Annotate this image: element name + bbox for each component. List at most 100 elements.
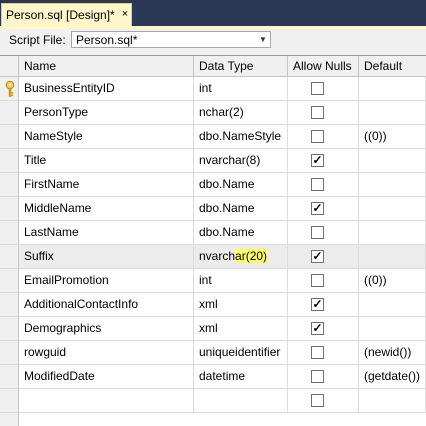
column-name-text: MiddleName xyxy=(24,201,92,215)
row-selector[interactable] xyxy=(0,269,19,293)
column-header-default[interactable]: Default xyxy=(359,56,426,77)
default-value-cell[interactable] xyxy=(359,245,426,269)
table-row[interactable]: ModifiedDate datetime (getdate()) xyxy=(0,365,426,389)
data-type-cell[interactable]: dbo.Name xyxy=(194,197,288,221)
allow-nulls-cell xyxy=(288,173,359,197)
data-type-cell[interactable]: datetime xyxy=(194,365,288,389)
allow-nulls-checkbox[interactable] xyxy=(311,274,324,287)
data-type-cell[interactable] xyxy=(194,389,288,413)
default-value-cell[interactable]: ((0)) xyxy=(359,125,426,149)
data-type-cell[interactable]: xml xyxy=(194,317,288,341)
tab-person-sql-design[interactable]: Person.sql [Design]* × xyxy=(1,3,132,26)
column-name-cell[interactable]: rowguid xyxy=(19,341,194,365)
allow-nulls-checkbox[interactable]: ✓ xyxy=(311,202,324,215)
close-icon[interactable]: × xyxy=(119,7,131,21)
row-selector[interactable] xyxy=(0,389,19,413)
column-name-cell[interactable]: EmailPromotion xyxy=(19,269,194,293)
table-row[interactable]: Title nvarchar(8) ✓ xyxy=(0,149,426,173)
chevron-down-icon[interactable]: ▼ xyxy=(256,32,270,47)
allow-nulls-checkbox[interactable] xyxy=(311,346,324,359)
data-type-cell[interactable]: uniqueidentifier xyxy=(194,341,288,365)
column-name-cell[interactable]: Suffix xyxy=(19,245,194,269)
row-selector[interactable] xyxy=(0,101,19,125)
column-name-cell[interactable]: PersonType xyxy=(19,101,194,125)
row-selector[interactable] xyxy=(0,293,19,317)
data-type-cell[interactable]: nvarchar(8) xyxy=(194,149,288,173)
allow-nulls-checkbox[interactable] xyxy=(311,106,324,119)
column-name-cell[interactable]: Demographics xyxy=(19,317,194,341)
allow-nulls-checkbox[interactable] xyxy=(311,178,324,191)
table-row[interactable] xyxy=(0,389,426,413)
data-type-cell[interactable]: dbo.Name xyxy=(194,221,288,245)
script-file-value: Person.sql* xyxy=(76,33,138,47)
column-name-cell[interactable]: MiddleName xyxy=(19,197,194,221)
column-header-data-type[interactable]: Data Type xyxy=(194,56,288,77)
row-selector[interactable] xyxy=(0,317,19,341)
column-name-cell[interactable]: FirstName xyxy=(19,173,194,197)
column-name-cell[interactable]: Title xyxy=(19,149,194,173)
column-name-cell[interactable]: NameStyle xyxy=(19,125,194,149)
allow-nulls-checkbox[interactable] xyxy=(311,370,324,383)
allow-nulls-checkbox[interactable]: ✓ xyxy=(311,154,324,167)
row-selector[interactable] xyxy=(0,341,19,365)
table-row[interactable]: LastName dbo.Name xyxy=(0,221,426,245)
row-selector[interactable] xyxy=(0,365,19,389)
allow-nulls-checkbox[interactable]: ✓ xyxy=(311,298,324,311)
data-type-cell[interactable]: nvarchar(20) xyxy=(194,245,288,269)
default-value-cell[interactable]: (getdate()) xyxy=(359,365,426,389)
table-row[interactable]: Suffix nvarchar(20) ✓ xyxy=(0,245,426,269)
allow-nulls-checkbox[interactable] xyxy=(311,394,324,407)
default-value-cell[interactable] xyxy=(359,149,426,173)
column-name-cell[interactable] xyxy=(19,389,194,413)
table-row[interactable]: Demographics xml ✓ xyxy=(0,317,426,341)
table-row[interactable]: PersonType nchar(2) xyxy=(0,101,426,125)
default-value-cell[interactable] xyxy=(359,77,426,101)
allow-nulls-checkbox[interactable] xyxy=(311,226,324,239)
row-selector[interactable] xyxy=(0,221,19,245)
script-file-bar: Script File: Person.sql* ▼ xyxy=(0,29,426,51)
allow-nulls-checkbox[interactable] xyxy=(311,130,324,143)
data-type-text: uniqueidentifier xyxy=(199,345,281,359)
column-header-name[interactable]: Name xyxy=(19,56,194,77)
row-selector[interactable] xyxy=(0,245,19,269)
table-row[interactable]: BusinessEntityID int xyxy=(0,77,426,101)
column-name-cell[interactable]: AdditionalContactInfo xyxy=(19,293,194,317)
default-value-cell[interactable] xyxy=(359,317,426,341)
row-selector[interactable] xyxy=(0,197,19,221)
data-type-cell[interactable]: dbo.NameStyle xyxy=(194,125,288,149)
allow-nulls-checkbox[interactable]: ✓ xyxy=(311,250,324,263)
row-selector[interactable] xyxy=(0,125,19,149)
default-value-cell[interactable] xyxy=(359,173,426,197)
table-row[interactable]: FirstName dbo.Name xyxy=(0,173,426,197)
data-type-cell[interactable]: dbo.Name xyxy=(194,173,288,197)
data-type-cell[interactable]: int xyxy=(194,77,288,101)
column-header-allow-nulls[interactable]: Allow Nulls xyxy=(288,56,359,77)
default-value-cell[interactable] xyxy=(359,197,426,221)
table-row[interactable]: EmailPromotion int ((0)) xyxy=(0,269,426,293)
column-name-cell[interactable]: BusinessEntityID xyxy=(19,77,194,101)
table-row[interactable]: AdditionalContactInfo xml ✓ xyxy=(0,293,426,317)
default-value-cell[interactable] xyxy=(359,221,426,245)
default-value-cell[interactable] xyxy=(359,389,426,413)
data-type-cell[interactable]: int xyxy=(194,269,288,293)
column-name-cell[interactable]: LastName xyxy=(19,221,194,245)
data-type-cell[interactable]: xml xyxy=(194,293,288,317)
column-name-text: rowguid xyxy=(24,345,67,359)
script-file-select[interactable]: Person.sql* ▼ xyxy=(71,31,271,48)
row-selector-header xyxy=(0,56,19,77)
data-type-cell[interactable]: nchar(2) xyxy=(194,101,288,125)
allow-nulls-cell xyxy=(288,221,359,245)
allow-nulls-checkbox[interactable]: ✓ xyxy=(311,322,324,335)
default-value-cell[interactable] xyxy=(359,101,426,125)
default-value-cell[interactable]: ((0)) xyxy=(359,269,426,293)
table-row[interactable]: rowguid uniqueidentifier (newid()) xyxy=(0,341,426,365)
row-selector[interactable] xyxy=(0,173,19,197)
row-selector[interactable] xyxy=(0,77,19,101)
table-row[interactable]: NameStyle dbo.NameStyle ((0)) xyxy=(0,125,426,149)
column-name-cell[interactable]: ModifiedDate xyxy=(19,365,194,389)
default-value-cell[interactable] xyxy=(359,293,426,317)
row-selector[interactable] xyxy=(0,149,19,173)
default-value-cell[interactable]: (newid()) xyxy=(359,341,426,365)
allow-nulls-checkbox[interactable] xyxy=(311,82,324,95)
table-row[interactable]: MiddleName dbo.Name ✓ xyxy=(0,197,426,221)
